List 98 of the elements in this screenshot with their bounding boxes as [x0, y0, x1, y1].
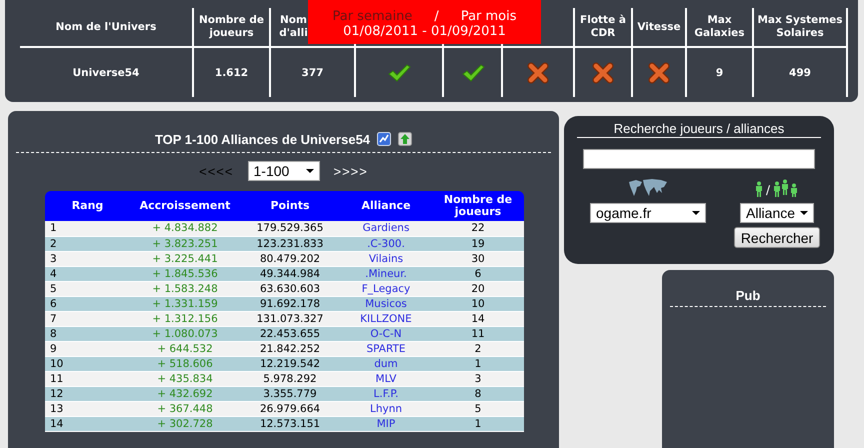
growth-cell: + 1.845.536 — [152, 268, 218, 280]
points-cell: 131.073.327 — [256, 312, 324, 324]
cross-icon — [647, 60, 671, 84]
column-header: Nombre de joueurs — [444, 193, 512, 218]
players-cell: 3 — [474, 372, 482, 384]
growth-cell: + 1.331.159 — [152, 298, 218, 310]
rank-cell: 4 — [50, 268, 57, 280]
column-header: Rang — [72, 199, 104, 212]
search-title: Recherche joueurs / alliances — [577, 121, 821, 138]
players-cell: 5 — [474, 402, 482, 414]
search-button[interactable]: Rechercher — [734, 227, 820, 248]
growth-cell: + 1.080.073 — [152, 328, 218, 340]
growth-cell: + 644.532 — [157, 342, 213, 354]
column-header: Max Galaxies — [694, 14, 745, 39]
rank-cell: 10 — [50, 358, 64, 370]
rank-cell: 6 — [50, 298, 57, 310]
growth-cell: + 302.728 — [157, 418, 213, 430]
column-header: Nom d'alli — [278, 14, 309, 40]
players-cell: 2 — [474, 342, 482, 354]
person-icon — [754, 181, 763, 197]
points-cell: 179.529.365 — [256, 222, 324, 234]
points-cell: 123.231.833 — [256, 238, 324, 250]
players-cell: 8 — [474, 388, 482, 400]
cross-icon — [526, 60, 550, 84]
rank-cell: 1 — [50, 222, 57, 234]
points-cell: 91.692.178 — [260, 298, 320, 310]
ad-title: Pub — [734, 288, 762, 303]
rank-cell: 2 — [50, 238, 57, 250]
rank-cell: 14 — [50, 418, 64, 430]
rank-cell: 13 — [50, 402, 64, 414]
growth-cell: + 1.583.248 — [152, 282, 218, 294]
search-field[interactable] — [583, 149, 815, 169]
rank-cell: 7 — [50, 312, 57, 324]
column-header: Max Systemes Solaires — [757, 14, 843, 39]
table-cell: 499 — [789, 66, 811, 78]
players-cell: 1 — [474, 358, 482, 370]
chart-icon[interactable] — [377, 132, 392, 146]
points-cell: 80.479.202 — [260, 252, 320, 264]
rank-cell: 3 — [50, 252, 57, 264]
players-cell: 14 — [471, 312, 485, 324]
date-range: 01/08/2011 - 01/09/2011 — [342, 24, 507, 40]
points-cell: 3.355.779 — [263, 388, 317, 400]
column-header: Points — [270, 199, 310, 212]
separator-text: / — [434, 9, 439, 24]
growth-cell: + 4.834.882 — [152, 222, 218, 234]
points-cell: 26.979.664 — [260, 402, 320, 414]
points-cell: 21.842.252 — [260, 342, 320, 354]
table-cell: 9 — [716, 66, 724, 78]
points-cell: 49.344.984 — [260, 268, 320, 280]
growth-cell: + 3.823.251 — [152, 238, 218, 250]
rank-cell: 11 — [50, 372, 64, 384]
players-cell: 11 — [471, 328, 485, 340]
points-cell: 12.219.542 — [260, 358, 320, 370]
range-select[interactable]: 1-100 — [248, 161, 320, 181]
column-header: Accroissement — [140, 199, 230, 212]
column-header: Vitesse — [637, 20, 681, 32]
column-header: Nombre de joueurs — [198, 14, 264, 39]
players-cell: 22 — [471, 222, 485, 234]
players-cell: 30 — [471, 252, 485, 264]
table-cell: 1.612 — [214, 66, 248, 78]
table-cell: 377 — [302, 66, 324, 78]
growth-cell: + 518.606 — [157, 358, 213, 370]
alliance-link[interactable]: MIP — [376, 418, 396, 430]
players-cell: 6 — [474, 268, 482, 280]
next-link[interactable]: >>>> — [334, 164, 368, 178]
alliance-link[interactable]: MLV — [376, 372, 396, 384]
column-header: Alliance — [361, 199, 411, 212]
rank-cell: 12 — [50, 388, 64, 400]
rank-cell: 5 — [50, 282, 57, 294]
column-header: Nom de l'Univers — [56, 20, 156, 32]
points-cell: 5.978.292 — [263, 372, 317, 384]
players-cell: 1 — [474, 418, 482, 430]
column-header: Flotte à CDR — [580, 14, 626, 39]
growth-cell: + 367.448 — [157, 402, 213, 414]
separator-text: / — [766, 183, 770, 197]
players-cell: 10 — [471, 298, 485, 310]
growth-cell: + 3.225.441 — [152, 252, 218, 264]
period-link[interactable]: Par mois — [460, 9, 517, 24]
group-icon — [773, 179, 800, 197]
ranking-title: TOP 1-100 Alliances de Universe54 — [154, 132, 370, 146]
players-cell: 19 — [471, 238, 485, 250]
points-cell: 22.453.655 — [260, 328, 320, 340]
growth-cell: + 1.312.156 — [152, 312, 218, 324]
server-select[interactable]: ogame.fr — [590, 203, 706, 223]
players-cell: 20 — [471, 282, 485, 294]
points-cell: 12.573.151 — [260, 418, 320, 430]
upload-icon[interactable] — [398, 132, 412, 146]
check-icon — [387, 62, 411, 82]
growth-cell: + 435.834 — [157, 372, 213, 384]
table-cell: Universe54 — [72, 66, 140, 78]
rank-cell: 8 — [50, 328, 57, 340]
type-select[interactable]: Alliance — [740, 203, 814, 223]
points-cell: 63.630.603 — [260, 282, 320, 294]
check-icon — [460, 62, 484, 82]
rank-cell: 9 — [50, 342, 57, 354]
growth-cell: + 432.692 — [157, 388, 213, 400]
cross-icon — [591, 60, 615, 84]
world-map-icon — [628, 179, 668, 197]
